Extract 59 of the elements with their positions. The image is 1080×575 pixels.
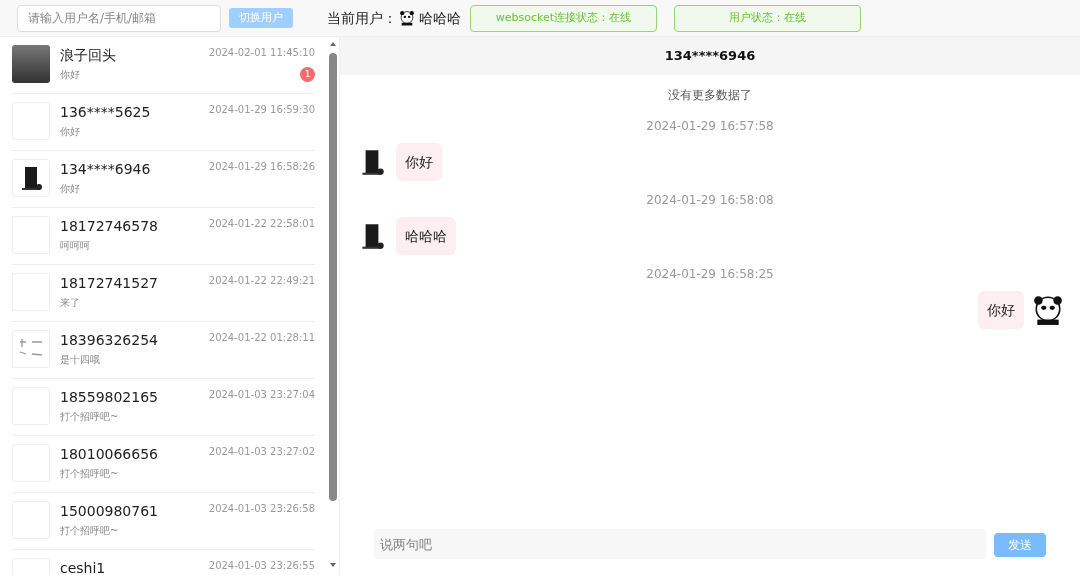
contact-item[interactable]: 浪子回头 你好 2024-02-01 11:45:10 1 (12, 37, 315, 94)
contact-name: 15000980761 (60, 502, 159, 521)
contact-item[interactable]: 18172741527 来了 2024-01-22 22:49:21 (12, 265, 315, 322)
no-more-data-text: 没有更多数据了 (668, 87, 752, 104)
contact-time: 2024-01-03 23:27:02 (208, 445, 315, 459)
contact-time: 2024-02-01 11:45:10 (208, 46, 315, 60)
current-user-name: 哈哈哈 (419, 8, 461, 28)
message-time: 2024-01-29 16:58:25 (646, 266, 774, 283)
contact-name: 134****6946 (60, 160, 152, 179)
contact-time: 2024-01-03 23:26:58 (208, 502, 315, 516)
status-tag: websocket连接状态：在线 (470, 4, 657, 32)
contact-item[interactable]: 18172746578 呵呵呵 2024-01-22 22:58:01 (12, 208, 315, 265)
contact-item[interactable]: 18010066656 打个招呼吧~ 2024-01-03 23:27:02 (12, 436, 315, 493)
current-user-label: 当前用户： (327, 8, 397, 28)
message-preview: 打个招呼吧~ (60, 524, 120, 538)
message-preview: 来了 (60, 296, 81, 310)
contact-name: 136****5625 (60, 103, 152, 122)
message-bubble: 哈哈哈 (396, 217, 456, 255)
contact-time: 2024-01-03 23:27:04 (208, 388, 315, 402)
status-tag: 用户状态：在线 (674, 4, 861, 32)
contact-time: 2024-01-22 22:49:21 (208, 274, 315, 288)
contact-item[interactable]: 15000980761 打个招呼吧~ 2024-01-03 23:26:58 (12, 493, 315, 550)
contact-time: 2024-01-29 16:58:26 (208, 160, 315, 174)
photo-placeholder (12, 45, 50, 83)
message-bubble: 你好 (396, 143, 442, 181)
console-avatar-icon (12, 159, 50, 197)
contact-name: ceshi1 (60, 559, 107, 575)
unread-badge: 1 (300, 67, 315, 82)
search-field[interactable]: 请输入用户名/手机/邮箱 (17, 4, 221, 32)
message-input[interactable]: 说两句吧 (374, 529, 986, 559)
message-preview: 你好 (60, 182, 81, 196)
panda-avatar-icon (1032, 294, 1064, 326)
message-time: 2024-01-29 16:58:08 (646, 192, 774, 209)
message-preview: 你好 (60, 68, 81, 82)
contact-item[interactable]: ceshi1 2024-01-03 23:26:55 (12, 550, 315, 575)
message-bubble: 你好 (978, 291, 1024, 329)
contact-name: 18172746578 (60, 217, 159, 236)
contact-item[interactable]: 18396326254 是十四哦 2024-01-22 01:28:11 (12, 322, 315, 379)
message-preview: 是十四哦 (60, 353, 101, 367)
contact-time: 2024-01-29 16:59:30 (208, 103, 315, 117)
message-preview: 打个招呼吧~ (60, 410, 120, 424)
contact-name: 浪子回头 (60, 46, 117, 65)
contact-item[interactable]: 136****5625 你好 2024-01-29 16:59:30 (12, 94, 315, 151)
contact-name: 18396326254 (60, 331, 159, 350)
message-time: 2024-01-29 16:57:58 (646, 118, 774, 135)
contact-item[interactable]: 134****6946 你好 2024-01-29 16:58:26 (12, 151, 315, 208)
contact-time: 2024-01-22 01:28:11 (208, 331, 315, 345)
message-preview: 你好 (60, 125, 81, 139)
contact-time: 2024-01-03 23:26:55 (208, 559, 315, 573)
sketch-avatar-icon (12, 330, 50, 368)
contact-time: 2024-01-22 22:58:01 (208, 217, 315, 231)
contact-name: 18010066656 (60, 445, 159, 464)
panda-avatar-icon (399, 10, 415, 26)
contact-item[interactable]: 18559802165 打个招呼吧~ 2024-01-03 23:27:04 (12, 379, 315, 436)
contact-name: 18172741527 (60, 274, 159, 293)
contact-name: 18559802165 (60, 388, 159, 407)
message-preview: 呵呵呵 (60, 239, 91, 253)
chat-title: 134****6946 (340, 37, 1080, 75)
message-preview: 打个招呼吧~ (60, 467, 120, 481)
